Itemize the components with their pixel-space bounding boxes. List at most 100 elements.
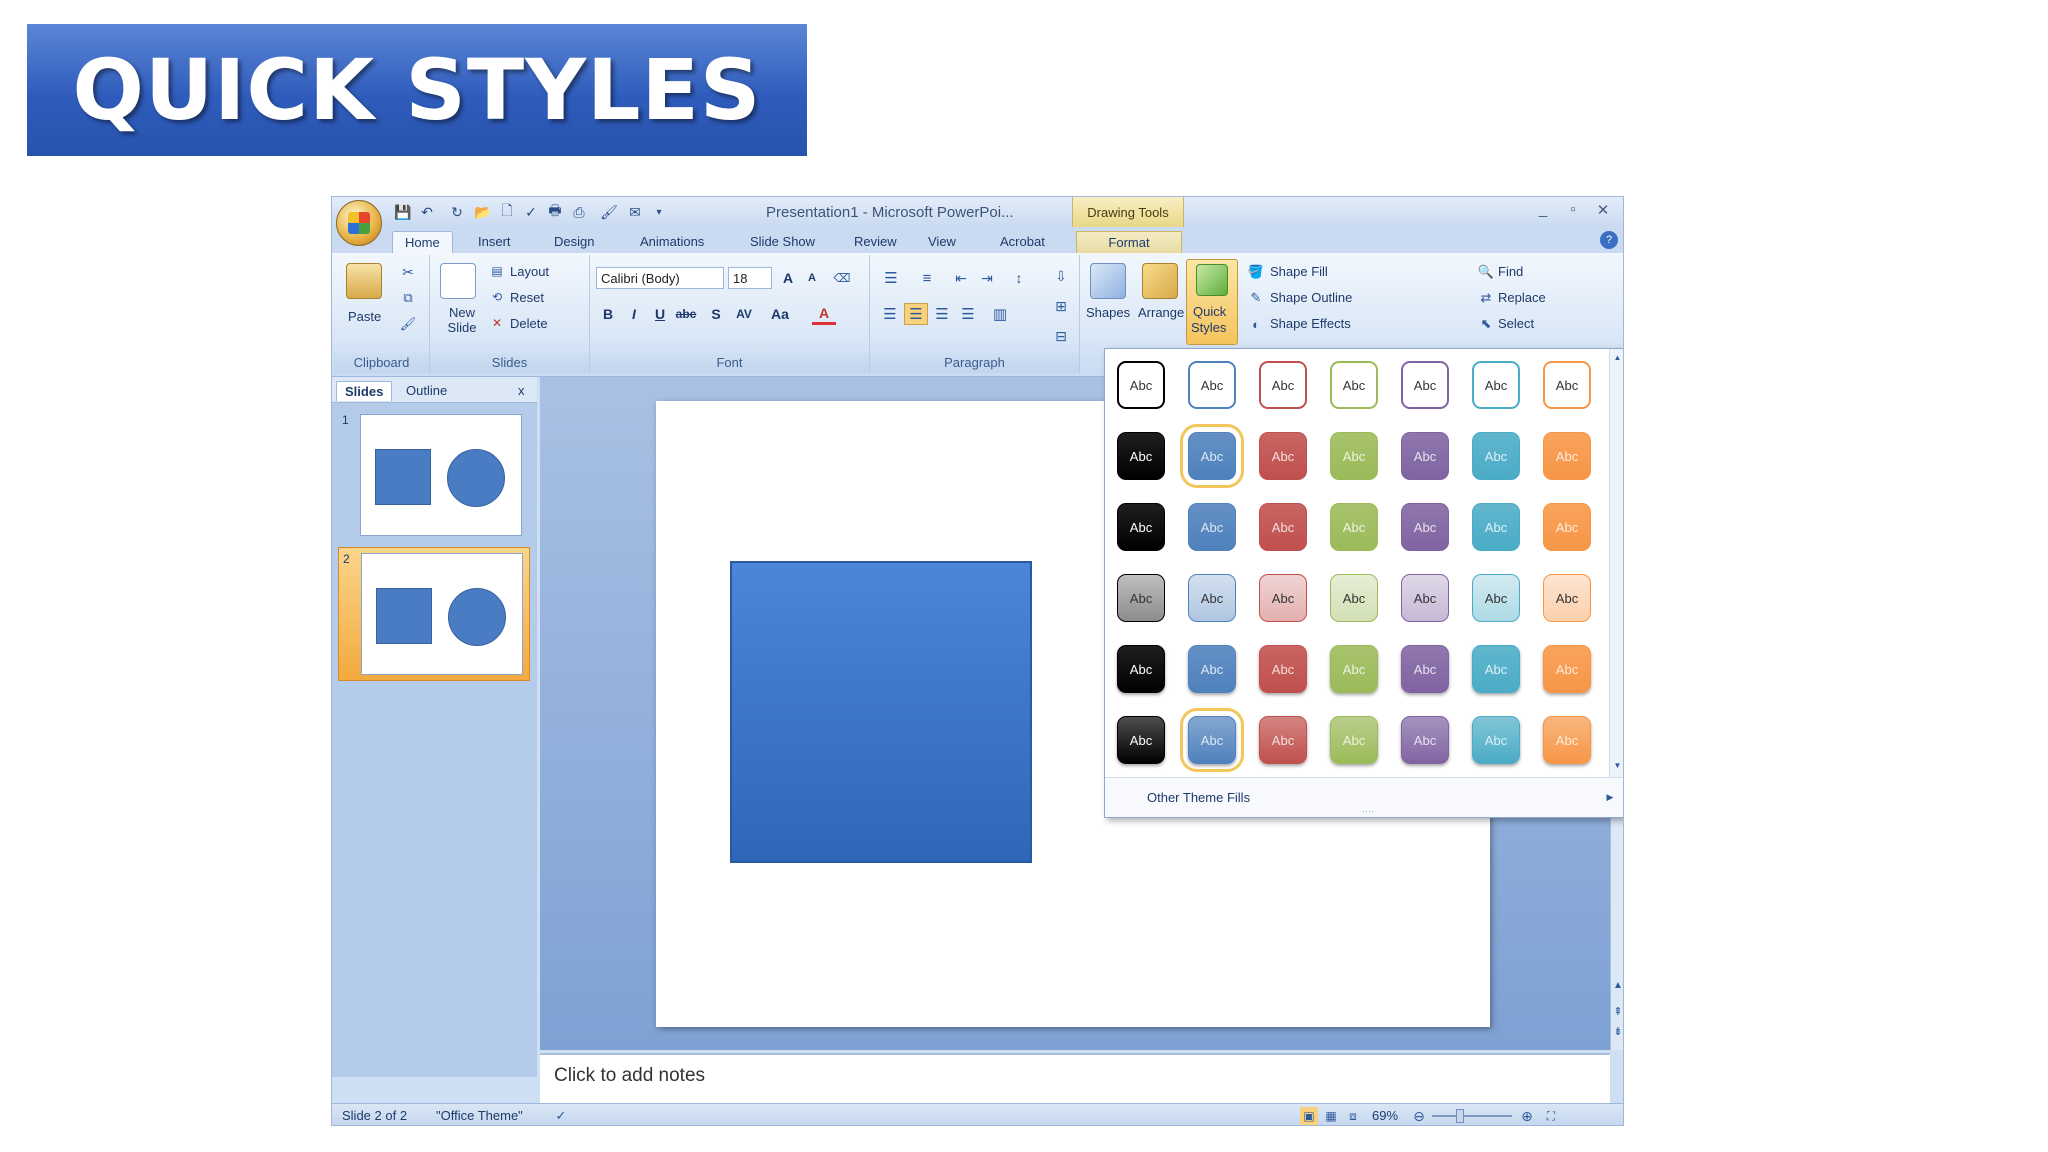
style-swatch[interactable]: Abc [1188,574,1236,622]
tab-outline[interactable]: Outline [398,381,455,400]
style-swatch[interactable]: Abc [1259,716,1307,764]
restore-button[interactable]: ▫ [1562,201,1584,221]
line-spacing-icon[interactable]: ↕ [1006,267,1032,289]
style-swatch[interactable]: Abc [1401,716,1449,764]
style-swatch[interactable]: Abc [1117,645,1165,693]
decrease-indent-icon[interactable]: ⇤ [950,267,972,289]
arrange-button[interactable]: Arrange [1138,305,1184,320]
normal-view-icon[interactable]: ▣ [1300,1107,1318,1125]
style-swatch[interactable]: Abc [1180,708,1244,772]
gallery-scroll-up-icon[interactable]: ▲ [1610,351,1623,363]
style-swatch[interactable]: Abc [1117,361,1165,409]
print-preview-icon[interactable]: 🖶 [546,202,564,221]
style-swatch[interactable]: Abc [1188,645,1236,693]
paste-icon[interactable] [346,263,382,299]
style-swatch[interactable]: Abc [1330,432,1378,480]
tab-view[interactable]: View [916,231,968,253]
previous-slide-icon[interactable]: ⇞ [1611,1003,1623,1019]
style-swatch[interactable]: Abc [1330,645,1378,693]
align-left-icon[interactable]: ☰ [878,303,902,325]
email-icon[interactable]: ✉ [626,203,644,221]
gallery-scrollbar[interactable]: ▲ ▼ [1609,349,1623,779]
smartart-icon[interactable]: ⊟ [1048,325,1074,347]
select-button[interactable]: Select [1498,316,1534,331]
strikethrough-button[interactable]: abc [674,303,698,325]
zoom-slider[interactable] [1432,1115,1512,1117]
slide-thumbnail-2[interactable]: 2 [338,547,530,681]
style-swatch[interactable]: Abc [1543,574,1591,622]
style-swatch[interactable]: Abc [1188,361,1236,409]
shape-fill-button[interactable]: Shape Fill [1270,264,1328,279]
new-icon[interactable]: 🗋 [498,202,516,221]
style-swatch[interactable]: Abc [1472,503,1520,551]
font-size-combo[interactable]: 18 [728,267,772,289]
style-swatch[interactable]: Abc [1330,503,1378,551]
style-swatch[interactable]: Abc [1259,361,1307,409]
style-swatch[interactable]: Abc [1401,432,1449,480]
cut-icon[interactable]: ✂ [398,263,418,281]
resize-grip-icon[interactable]: ···· [1353,806,1383,816]
fit-to-window-icon[interactable]: ⛶ [1542,1107,1560,1125]
scroll-up-icon[interactable]: ▲ [1611,977,1623,993]
style-swatch[interactable]: Abc [1188,503,1236,551]
zoom-slider-thumb[interactable] [1456,1109,1464,1123]
clear-formatting-icon[interactable]: ⌫ [830,267,854,289]
bold-button[interactable]: B [596,303,620,325]
delete-button[interactable]: Delete [510,316,548,331]
spelling-icon[interactable]: ✓ [522,203,540,221]
font-name-combo[interactable]: Calibri (Body) [596,267,724,289]
tab-acrobat[interactable]: Acrobat [988,231,1057,253]
style-swatch[interactable]: Abc [1401,645,1449,693]
style-swatch[interactable]: Abc [1259,503,1307,551]
gallery-scroll-down-icon[interactable]: ▼ [1610,759,1623,771]
open-icon[interactable]: 📂 [474,203,492,221]
slide-sorter-icon[interactable]: ▦ [1322,1107,1340,1125]
underline-button[interactable]: U [648,303,672,325]
new-slide-icon[interactable] [440,263,476,299]
style-swatch[interactable]: Abc [1180,424,1244,488]
style-swatch[interactable]: Abc [1117,503,1165,551]
other-theme-fills-item[interactable]: Other Theme Fills [1147,790,1250,805]
style-swatch[interactable]: Abc [1330,716,1378,764]
bullets-icon[interactable]: ☰ [878,267,904,289]
style-swatch[interactable]: Abc [1472,574,1520,622]
zoom-out-icon[interactable]: ⊖ [1410,1107,1428,1125]
save-icon[interactable]: 💾 [394,203,412,221]
style-swatch[interactable]: Abc [1543,361,1591,409]
slide-square-shape[interactable] [730,561,1032,863]
align-right-icon[interactable]: ☰ [930,303,954,325]
office-button[interactable] [336,200,382,246]
justify-icon[interactable]: ☰ [956,303,980,325]
tab-design[interactable]: Design [542,231,606,253]
undo-icon[interactable]: ↶ [418,203,436,221]
text-direction-icon[interactable]: ⇩ [1048,263,1074,289]
grow-font-button[interactable]: A [776,267,800,289]
style-swatch[interactable]: Abc [1117,432,1165,480]
shapes-icon[interactable] [1090,263,1126,299]
arrange-icon[interactable] [1142,263,1178,299]
tab-home[interactable]: Home [392,231,453,253]
tab-slides[interactable]: Slides [336,381,393,401]
style-swatch[interactable]: Abc [1472,361,1520,409]
style-swatch[interactable]: Abc [1330,361,1378,409]
style-swatch[interactable]: Abc [1330,574,1378,622]
style-swatch[interactable]: Abc [1259,432,1307,480]
character-spacing-button[interactable]: AV [732,303,756,325]
minimize-button[interactable]: _ [1532,201,1554,221]
style-swatch[interactable]: Abc [1117,716,1165,764]
style-swatch[interactable]: Abc [1401,574,1449,622]
style-swatch[interactable]: Abc [1117,574,1165,622]
spell-check-icon[interactable]: ✓ [552,1107,570,1125]
tab-slide-show[interactable]: Slide Show [738,231,827,253]
align-center-icon[interactable]: ☰ [904,303,928,325]
tab-animations[interactable]: Animations [628,231,716,253]
style-swatch[interactable]: Abc [1472,645,1520,693]
zoom-level[interactable]: 69% [1372,1108,1398,1123]
style-swatch[interactable]: Abc [1401,361,1449,409]
style-swatch[interactable]: Abc [1401,503,1449,551]
notes-pane[interactable]: Click to add notes [540,1053,1610,1103]
slide-show-icon[interactable]: ⧈ [1344,1107,1362,1125]
qat-dropdown-icon[interactable]: ▾ [650,203,668,221]
find-button[interactable]: Find [1498,264,1523,279]
font-color-button[interactable]: A [812,303,836,325]
